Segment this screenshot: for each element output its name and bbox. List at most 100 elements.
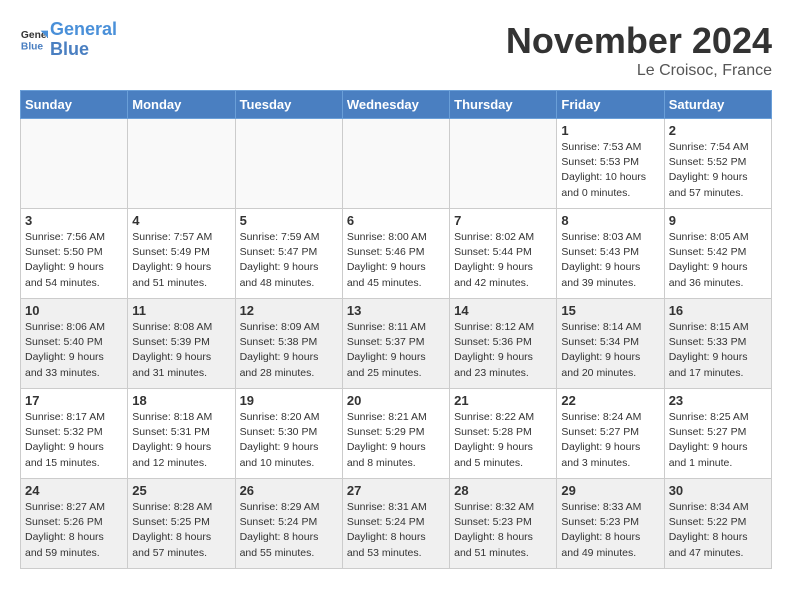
day-info: Sunrise: 8:09 AMSunset: 5:38 PMDaylight:… [240, 320, 338, 381]
day-number: 30 [669, 483, 767, 498]
day-number: 8 [561, 213, 659, 228]
day-number: 16 [669, 303, 767, 318]
day-info: Sunrise: 8:18 AMSunset: 5:31 PMDaylight:… [132, 410, 230, 471]
day-info: Sunrise: 7:59 AMSunset: 5:47 PMDaylight:… [240, 230, 338, 291]
calendar-week-row: 10 Sunrise: 8:06 AMSunset: 5:40 PMDayligh… [21, 299, 772, 389]
calendar-cell: 4 Sunrise: 7:57 AMSunset: 5:49 PMDaylight… [128, 209, 235, 299]
day-number: 17 [25, 393, 123, 408]
day-info: Sunrise: 7:54 AMSunset: 5:52 PMDaylight:… [669, 140, 767, 201]
day-info: Sunrise: 8:28 AMSunset: 5:25 PMDaylight:… [132, 500, 230, 561]
day-number: 27 [347, 483, 445, 498]
calendar-cell: 10 Sunrise: 8:06 AMSunset: 5:40 PMDayligh… [21, 299, 128, 389]
day-info: Sunrise: 8:22 AMSunset: 5:28 PMDaylight:… [454, 410, 552, 471]
day-info: Sunrise: 8:08 AMSunset: 5:39 PMDaylight:… [132, 320, 230, 381]
column-header-friday: Friday [557, 91, 664, 119]
calendar-cell: 19 Sunrise: 8:20 AMSunset: 5:30 PMDayligh… [235, 389, 342, 479]
column-header-thursday: Thursday [450, 91, 557, 119]
calendar-cell: 9Sunrise: 8:05 AMSunset: 5:42 PMDaylight… [664, 209, 771, 299]
calendar-cell: 21 Sunrise: 8:22 AMSunset: 5:28 PMDayligh… [450, 389, 557, 479]
day-number: 5 [240, 213, 338, 228]
month-title: November 2024 [506, 20, 772, 62]
day-number: 14 [454, 303, 552, 318]
day-info: Sunrise: 7:53 AMSunset: 5:53 PMDaylight:… [561, 140, 659, 201]
day-info: Sunrise: 8:20 AMSunset: 5:30 PMDaylight:… [240, 410, 338, 471]
day-info: Sunrise: 8:24 AMSunset: 5:27 PMDaylight:… [561, 410, 659, 471]
column-header-saturday: Saturday [664, 91, 771, 119]
day-number: 29 [561, 483, 659, 498]
day-info: Sunrise: 8:03 AMSunset: 5:43 PMDaylight:… [561, 230, 659, 291]
calendar-cell: 25Sunrise: 8:28 AMSunset: 5:25 PMDayligh… [128, 479, 235, 569]
calendar-cell: 16Sunrise: 8:15 AMSunset: 5:33 PMDayligh… [664, 299, 771, 389]
day-info: Sunrise: 8:34 AMSunset: 5:22 PMDaylight:… [669, 500, 767, 561]
day-info: Sunrise: 8:05 AMSunset: 5:42 PMDaylight:… [669, 230, 767, 291]
calendar-cell [342, 119, 449, 209]
day-info: Sunrise: 8:21 AMSunset: 5:29 PMDaylight:… [347, 410, 445, 471]
day-number: 11 [132, 303, 230, 318]
day-number: 21 [454, 393, 552, 408]
title-block: November 2024 Le Croisoc, France [506, 20, 772, 80]
calendar-cell: 18 Sunrise: 8:18 AMSunset: 5:31 PMDayligh… [128, 389, 235, 479]
calendar-week-row: 3Sunrise: 7:56 AMSunset: 5:50 PMDaylight… [21, 209, 772, 299]
calendar-cell [21, 119, 128, 209]
day-number: 7 [454, 213, 552, 228]
calendar-header-row: SundayMondayTuesdayWednesdayThursdayFrid… [21, 91, 772, 119]
day-info: Sunrise: 8:33 AMSunset: 5:23 PMDaylight:… [561, 500, 659, 561]
calendar-cell: 1 Sunrise: 7:53 AMSunset: 5:53 PMDaylight… [557, 119, 664, 209]
day-number: 24 [25, 483, 123, 498]
calendar-cell: 29 Sunrise: 8:33 AMSunset: 5:23 PMDayligh… [557, 479, 664, 569]
day-number: 4 [132, 213, 230, 228]
calendar-cell: 15Sunrise: 8:14 AMSunset: 5:34 PMDayligh… [557, 299, 664, 389]
logo-line2: Blue [50, 39, 89, 59]
calendar-cell: 13Sunrise: 8:11 AMSunset: 5:37 PMDayligh… [342, 299, 449, 389]
calendar-week-row: 1 Sunrise: 7:53 AMSunset: 5:53 PMDaylight… [21, 119, 772, 209]
logo-line1: General [50, 19, 117, 39]
calendar-cell: 5 Sunrise: 7:59 AMSunset: 5:47 PMDaylight… [235, 209, 342, 299]
calendar-cell: 6 Sunrise: 8:00 AMSunset: 5:46 PMDaylight… [342, 209, 449, 299]
day-info: Sunrise: 8:06 AMSunset: 5:40 PMDaylight:… [25, 320, 123, 381]
day-number: 2 [669, 123, 767, 138]
calendar-cell: 20 Sunrise: 8:21 AMSunset: 5:29 PMDayligh… [342, 389, 449, 479]
logo: General Blue General Blue [20, 20, 117, 60]
day-number: 26 [240, 483, 338, 498]
column-header-wednesday: Wednesday [342, 91, 449, 119]
calendar-cell: 14 Sunrise: 8:12 AMSunset: 5:36 PMDayligh… [450, 299, 557, 389]
day-number: 12 [240, 303, 338, 318]
calendar-cell: 28Sunrise: 8:32 AMSunset: 5:23 PMDayligh… [450, 479, 557, 569]
day-number: 6 [347, 213, 445, 228]
day-number: 19 [240, 393, 338, 408]
day-number: 1 [561, 123, 659, 138]
day-info: Sunrise: 8:14 AMSunset: 5:34 PMDaylight:… [561, 320, 659, 381]
day-info: Sunrise: 8:27 AMSunset: 5:26 PMDaylight:… [25, 500, 123, 561]
column-header-tuesday: Tuesday [235, 91, 342, 119]
logo-icon: General Blue [20, 26, 48, 54]
day-number: 10 [25, 303, 123, 318]
calendar-cell: 24 Sunrise: 8:27 AMSunset: 5:26 PMDayligh… [21, 479, 128, 569]
calendar-week-row: 17 Sunrise: 8:17 AMSunset: 5:32 PMDayligh… [21, 389, 772, 479]
calendar-cell: 11 Sunrise: 8:08 AMSunset: 5:39 PMDayligh… [128, 299, 235, 389]
day-info: Sunrise: 8:29 AMSunset: 5:24 PMDaylight:… [240, 500, 338, 561]
column-header-sunday: Sunday [21, 91, 128, 119]
calendar-cell: 23 Sunrise: 8:25 AMSunset: 5:27 PMDayligh… [664, 389, 771, 479]
calendar-cell [235, 119, 342, 209]
day-info: Sunrise: 8:31 AMSunset: 5:24 PMDaylight:… [347, 500, 445, 561]
logo-text: General Blue [50, 20, 117, 60]
calendar-cell [450, 119, 557, 209]
day-number: 20 [347, 393, 445, 408]
calendar-cell: 3Sunrise: 7:56 AMSunset: 5:50 PMDaylight… [21, 209, 128, 299]
day-info: Sunrise: 8:17 AMSunset: 5:32 PMDaylight:… [25, 410, 123, 471]
day-info: Sunrise: 8:00 AMSunset: 5:46 PMDaylight:… [347, 230, 445, 291]
calendar-cell: 27 Sunrise: 8:31 AMSunset: 5:24 PMDayligh… [342, 479, 449, 569]
day-number: 23 [669, 393, 767, 408]
day-number: 18 [132, 393, 230, 408]
day-info: Sunrise: 8:25 AMSunset: 5:27 PMDaylight:… [669, 410, 767, 471]
day-info: Sunrise: 7:57 AMSunset: 5:49 PMDaylight:… [132, 230, 230, 291]
column-header-monday: Monday [128, 91, 235, 119]
svg-text:Blue: Blue [21, 41, 44, 52]
calendar-cell: 8 Sunrise: 8:03 AMSunset: 5:43 PMDaylight… [557, 209, 664, 299]
day-info: Sunrise: 7:56 AMSunset: 5:50 PMDaylight:… [25, 230, 123, 291]
calendar-cell: 22Sunrise: 8:24 AMSunset: 5:27 PMDayligh… [557, 389, 664, 479]
calendar-cell: 2 Sunrise: 7:54 AMSunset: 5:52 PMDaylight… [664, 119, 771, 209]
page-header: General Blue General Blue November 2024 … [20, 20, 772, 80]
day-info: Sunrise: 8:02 AMSunset: 5:44 PMDaylight:… [454, 230, 552, 291]
day-info: Sunrise: 8:12 AMSunset: 5:36 PMDaylight:… [454, 320, 552, 381]
